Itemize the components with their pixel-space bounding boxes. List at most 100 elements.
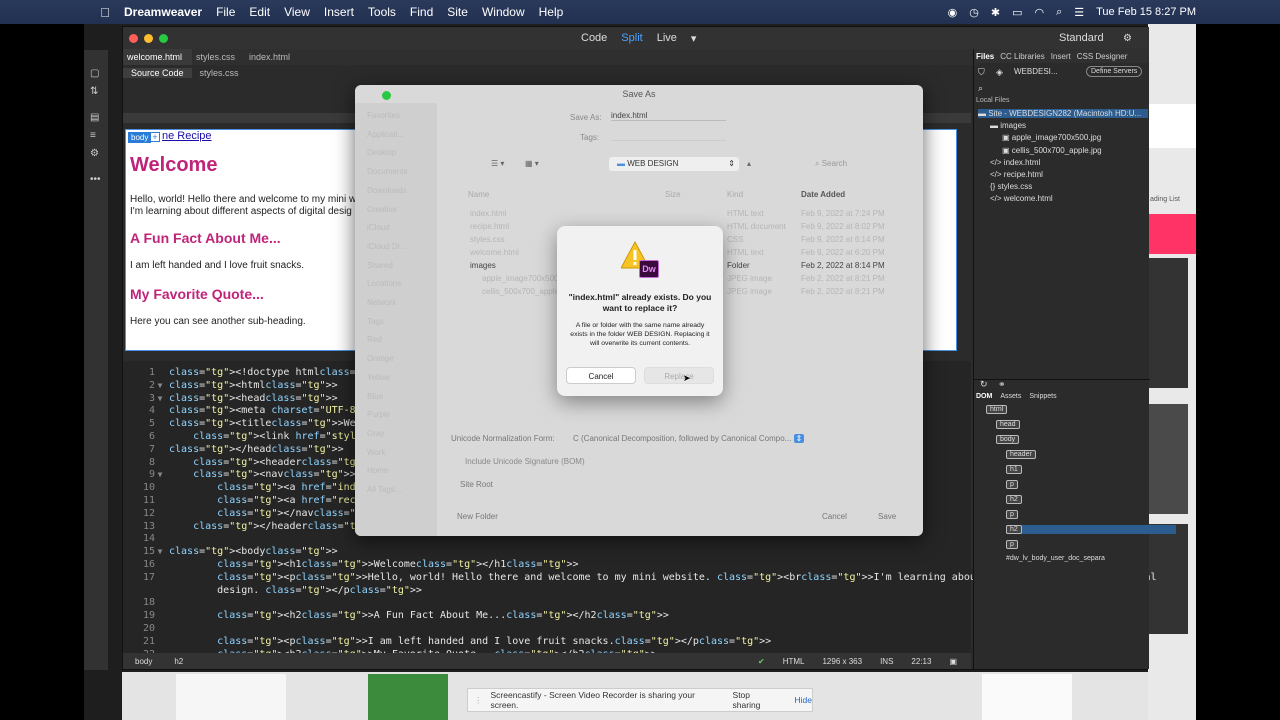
menu-edit[interactable]: Edit: [249, 5, 270, 19]
file-tree-item[interactable]: ▬ Site - WEBDESIGN282 (Macintosh HD:U...: [978, 109, 1148, 118]
file-tree-item[interactable]: ▣ cellis_500x700_apple.jpg: [1002, 146, 1102, 155]
list-view-icon[interactable]: ☰ ▾: [491, 159, 504, 168]
dom-node[interactable]: h1: [1006, 465, 1022, 474]
wifi-icon[interactable]: ◠: [1034, 6, 1044, 19]
code-line[interactable]: 16 class="tg"><h1class="tg">>Welcomeclas…: [123, 559, 579, 572]
dialog-sidebar-item[interactable]: Desktop: [367, 148, 396, 157]
dialog-sidebar-item[interactable]: Red: [367, 335, 382, 344]
file-row-name[interactable]: index.html: [470, 209, 506, 218]
intro-paragraph[interactable]: Hello, world! Hello there and welcome to…: [130, 194, 360, 218]
dialog-sidebar-item[interactable]: Locations: [367, 279, 401, 288]
col-kind[interactable]: Kind: [727, 190, 743, 199]
connect-icon[interactable]: ⛉: [978, 67, 985, 78]
col-name[interactable]: Name: [468, 190, 489, 199]
dialog-sidebar-item[interactable]: Creative: [367, 205, 397, 214]
tab-insert[interactable]: Insert: [1051, 52, 1071, 61]
dialog-sidebar-item[interactable]: All Tags...: [367, 485, 402, 494]
cancel-button[interactable]: Cancel: [566, 367, 636, 384]
dom-node[interactable]: header: [1006, 450, 1036, 459]
code-line[interactable]: 3 ▼ class="tg"><headclass="tg">>: [123, 393, 338, 406]
menu-file[interactable]: File: [216, 5, 235, 19]
code-line[interactable]: 14: [123, 533, 169, 546]
menu-view[interactable]: View: [284, 5, 310, 19]
save-button[interactable]: Save: [878, 512, 896, 521]
code-line[interactable]: 18: [123, 597, 169, 610]
dialog-sidebar-item[interactable]: Downloads: [367, 186, 407, 195]
new-folder-button[interactable]: New Folder: [457, 512, 498, 521]
expand-icon[interactable]: ▴: [747, 159, 751, 168]
element-tag-badge[interactable]: body: [128, 132, 152, 143]
more-icon[interactable]: •••: [90, 174, 101, 185]
tab-snippets[interactable]: Snippets: [1029, 393, 1056, 400]
grid-view-icon[interactable]: ▦ ▾: [525, 159, 539, 168]
menu-app-name[interactable]: Dreamweaver: [124, 5, 202, 19]
screen-share-icon[interactable]: ◉: [948, 6, 958, 19]
dialog-sidebar-item[interactable]: iCloud: [367, 223, 390, 232]
page-heading[interactable]: Welcome: [130, 154, 217, 177]
fun-fact-heading[interactable]: A Fun Fact About Me...: [130, 230, 281, 246]
hide-button[interactable]: Hide: [795, 695, 812, 705]
check-icon[interactable]: ✔: [758, 657, 765, 666]
refresh-icon[interactable]: ↻: [980, 379, 988, 390]
dom-node[interactable]: h2: [1006, 525, 1176, 534]
subtab-source-code[interactable]: Source Code: [123, 68, 192, 78]
dom-node[interactable]: head: [996, 420, 1020, 429]
save-dialog-cancel-button[interactable]: Cancel: [822, 512, 847, 521]
tab-index-html[interactable]: index.html: [245, 52, 300, 62]
subtab-styles-css[interactable]: styles.css: [192, 68, 247, 78]
bom-checkbox[interactable]: Include Unicode Signature (BOM): [465, 457, 585, 466]
doc-type[interactable]: HTML: [783, 657, 805, 666]
tab-files[interactable]: Files: [976, 52, 994, 61]
mode-code[interactable]: Code: [581, 32, 607, 45]
fold-arrow-icon[interactable]: ▼: [155, 547, 165, 556]
define-servers-button[interactable]: Define Servers: [1086, 66, 1143, 77]
dom-node[interactable]: h2: [1006, 495, 1022, 504]
file-row-name[interactable]: styles.css: [470, 235, 505, 244]
bluetooth-icon[interactable]: ✱: [991, 6, 1000, 19]
fun-fact-paragraph[interactable]: I am left handed and I love fruit snacks…: [130, 260, 304, 271]
link-icon[interactable]: ⚭: [998, 379, 1006, 390]
window-size[interactable]: 1296 x 363: [822, 657, 862, 666]
file-tree-item[interactable]: ▣ apple_image700x500.jpg: [1002, 133, 1101, 142]
dialog-sidebar-item[interactable]: Purple: [367, 410, 390, 419]
dom-node[interactable]: p: [1006, 540, 1018, 549]
tab-cc-libraries[interactable]: CC Libraries: [1000, 52, 1044, 61]
col-date[interactable]: Date Added: [801, 190, 845, 199]
fold-arrow-icon[interactable]: ▼: [155, 394, 165, 403]
file-row-name[interactable]: images: [470, 261, 496, 270]
tag-crumb-body[interactable]: body: [135, 657, 152, 666]
col-size[interactable]: Size: [665, 190, 681, 199]
settings-icon[interactable]: ⚙: [1123, 33, 1132, 44]
dialog-sidebar-item[interactable]: Orange: [367, 354, 394, 363]
dom-node[interactable]: #dw_lv_body_user_doc_separa: [1006, 555, 1105, 562]
tab-welcome-html[interactable]: welcome.html: [123, 49, 193, 65]
unicode-select[interactable]: C (Canonical Decomposition, followed by …: [573, 434, 805, 443]
menu-insert[interactable]: Insert: [324, 5, 354, 19]
dialog-sidebar-item[interactable]: Blue: [367, 392, 383, 401]
dialog-sidebar-item[interactable]: Gray: [367, 429, 384, 438]
gear-icon[interactable]: ⚙: [90, 148, 99, 159]
clock[interactable]: Tue Feb 15 8:27 PM: [1096, 6, 1196, 18]
menu-tools[interactable]: Tools: [368, 5, 396, 19]
dialog-sidebar-item[interactable]: iCloud Dr...: [367, 242, 407, 251]
tab-dom[interactable]: DOM: [976, 393, 992, 400]
dom-node[interactable]: html: [986, 405, 1008, 414]
sync-icon[interactable]: ◈: [996, 67, 1003, 78]
quote-heading[interactable]: My Favorite Quote...: [130, 286, 264, 302]
spotlight-icon[interactable]: ⌕: [1056, 6, 1062, 19]
tab-styles-css[interactable]: styles.css: [192, 52, 245, 62]
stop-sharing-button[interactable]: Stop sharing: [733, 690, 779, 710]
workspace-select[interactable]: Standard: [1059, 32, 1104, 44]
code-line[interactable]: 21 class="tg"><pclass="tg">>I am left ha…: [123, 636, 771, 649]
code-line[interactable]: 8 class="tg"><headerclass="tg">>: [123, 457, 374, 470]
control-center-icon[interactable]: ☰: [1074, 6, 1084, 19]
code-line[interactable]: 19 class="tg"><h2class="tg">>A Fun Fact …: [123, 610, 669, 623]
file-tree-item[interactable]: ▬ images: [990, 121, 1026, 130]
dom-node[interactable]: p: [1006, 480, 1018, 489]
dialog-sidebar-item[interactable]: Work: [367, 448, 386, 457]
battery-icon[interactable]: ▭: [1012, 6, 1022, 19]
file-tree-item[interactable]: </> welcome.html: [990, 194, 1053, 203]
dialog-sidebar-item[interactable]: Home: [367, 466, 388, 475]
dialog-sidebar-item[interactable]: Shared: [367, 261, 393, 270]
tab-css-designer[interactable]: CSS Designer: [1077, 52, 1128, 61]
